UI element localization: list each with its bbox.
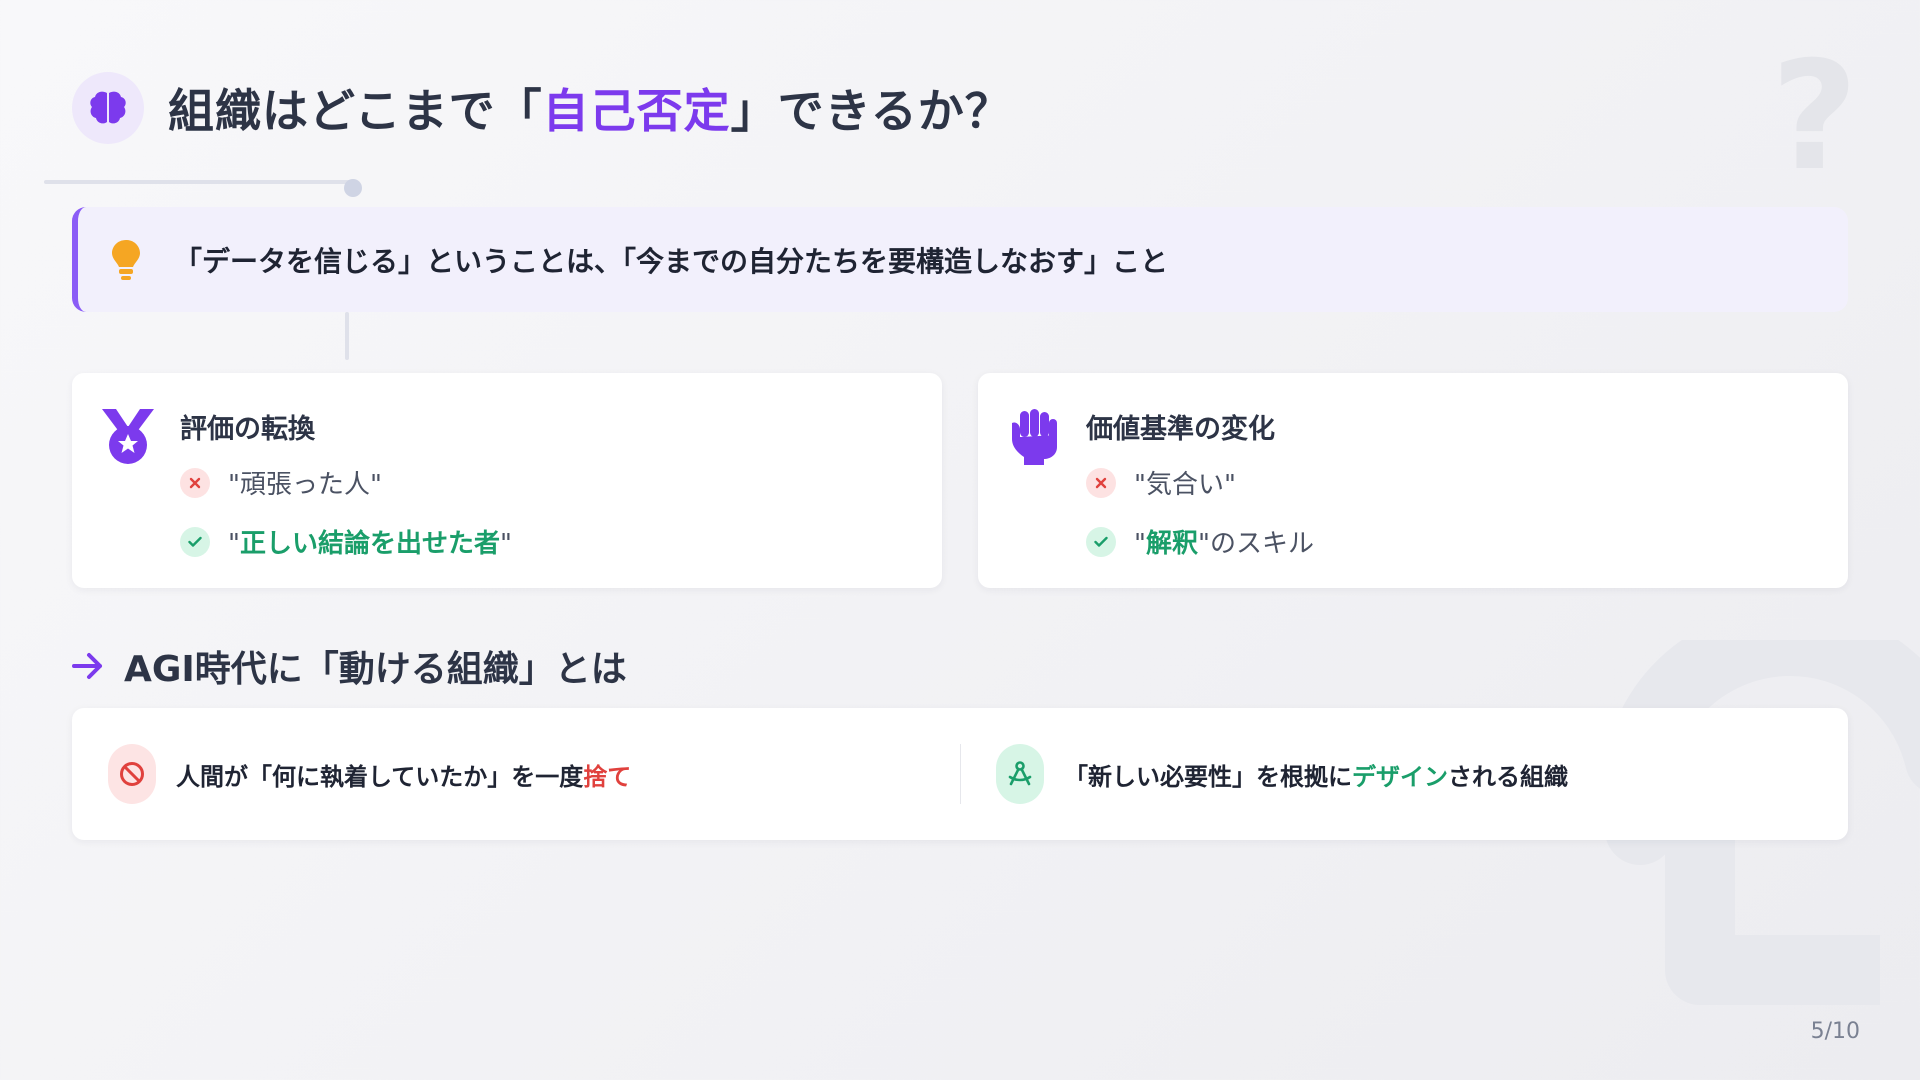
medal-icon (102, 409, 154, 464)
positive-text: "正しい結論を出せた者" (228, 529, 512, 559)
fist-icon (1012, 409, 1057, 465)
section-heading: AGI時代に「動ける組織」とは (72, 640, 627, 692)
cross-icon (180, 467, 210, 498)
brain-icon (72, 72, 144, 144)
cross-icon (1086, 467, 1116, 498)
decorative-line (44, 180, 354, 184)
design-text: 「新しい必要性」を根拠にデザインされる組織 (1064, 762, 1568, 791)
decorative-dot (344, 179, 362, 197)
discard-item: 人間が「何に執着していたか」を一度捨て (108, 744, 631, 804)
evaluation-card: 評価の転換 "頑張った人" "正しい結論を出せた者" (72, 373, 942, 588)
question-mark-decoration: ? (1770, 30, 1858, 204)
positive-text: "解釈"のスキル (1134, 529, 1314, 559)
card-title: 評価の転換 (180, 414, 315, 445)
decorative-connector (345, 312, 349, 360)
negative-item: "頑張った人" (180, 464, 382, 501)
page-title: 組織はどこまで「自己否定」できるか？ (168, 84, 1012, 138)
check-icon (1086, 526, 1116, 557)
positive-item: "正しい結論を出せた者" (180, 523, 512, 560)
insight-text: 「データを信じる」ということは、「今までの自分たちを要構造しなおす」こと (174, 244, 1169, 278)
key-insight-box: 「データを信じる」ということは、「今までの自分たちを要構造しなおす」こと (72, 207, 1848, 312)
organization-summary-card: 人間が「何に執着していたか」を一度捨て 「新しい必要性」を根拠にデザインされる組… (72, 708, 1848, 840)
section-title: AGI時代に「動ける組織」とは (124, 649, 627, 690)
positive-item: "解釈"のスキル (1086, 523, 1314, 560)
negative-text: "頑張った人" (228, 470, 382, 500)
slide: ? 組織はどこまで「自己否定」できるか？ 「データを信じる」ということは、「今ま… (0, 0, 1920, 1080)
divider (960, 744, 961, 804)
page-number: 5/10 (1810, 1019, 1860, 1044)
design-item: 「新しい必要性」を根拠にデザインされる組織 (996, 744, 1568, 804)
compass-drafting-icon (996, 744, 1044, 804)
negative-item: "気合い" (1086, 464, 1236, 501)
check-icon (180, 526, 210, 557)
lightbulb-icon (112, 239, 140, 280)
arrow-right-icon (72, 653, 102, 679)
discard-text: 人間が「何に執着していたか」を一度捨て (176, 762, 632, 791)
ban-icon (108, 744, 156, 804)
value-standard-card: 価値基準の変化 "気合い" "解釈"のスキル (978, 373, 1848, 588)
card-title: 価値基準の変化 (1086, 414, 1275, 445)
negative-text: "気合い" (1134, 470, 1236, 500)
slide-header: 組織はどこまで「自己否定」できるか？ (72, 72, 1012, 144)
